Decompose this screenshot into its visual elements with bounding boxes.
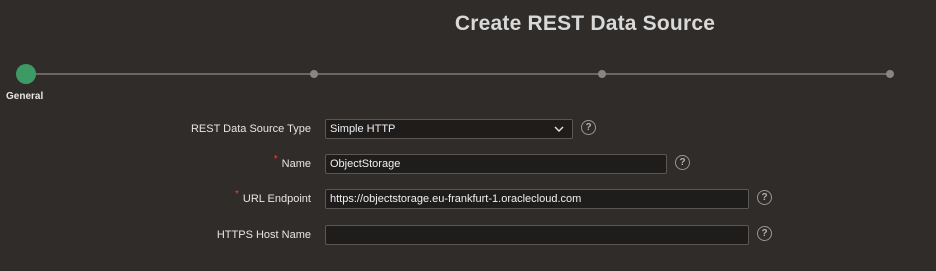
url-endpoint-input[interactable]: https://objectstorage.eu-frankfurt-1.ora… [325, 189, 749, 209]
wizard-step-general-label: General [6, 91, 44, 102]
help-circle-icon[interactable]: ? [581, 120, 596, 135]
name-label: * Name [273, 154, 311, 170]
help-circle-icon[interactable]: ? [757, 226, 772, 241]
help-circle-icon[interactable]: ? [675, 155, 690, 170]
source-type-row: REST Data Source Type Simple HTTP ? [0, 119, 936, 141]
wizard-step-4[interactable] [886, 70, 894, 78]
https-host-name-row: HTTPS Host Name ? [0, 225, 936, 247]
source-type-select[interactable]: Simple HTTP [325, 119, 573, 139]
wizard-progress-track [26, 73, 890, 75]
url-endpoint-label: * URL Endpoint [235, 189, 311, 205]
https-host-name-input[interactable] [325, 225, 749, 245]
create-rest-data-source-page: Create REST Data Source General REST Dat… [0, 0, 936, 271]
source-type-label: REST Data Source Type [190, 123, 311, 135]
help-circle-icon[interactable]: ? [757, 190, 772, 205]
name-row: * Name ObjectStorage ? [0, 154, 936, 176]
required-marker: * [273, 154, 278, 165]
chevron-down-icon [554, 126, 564, 132]
name-input[interactable]: ObjectStorage [325, 154, 667, 174]
wizard-step-2[interactable] [310, 70, 318, 78]
required-marker: * [235, 189, 239, 200]
page-title: Create REST Data Source [454, 12, 716, 35]
https-host-name-label: HTTPS Host Name [216, 229, 311, 241]
wizard-step-general[interactable] [16, 64, 36, 84]
wizard-step-3[interactable] [598, 70, 606, 78]
url-endpoint-row: * URL Endpoint https://objectstorage.eu-f… [0, 189, 936, 211]
